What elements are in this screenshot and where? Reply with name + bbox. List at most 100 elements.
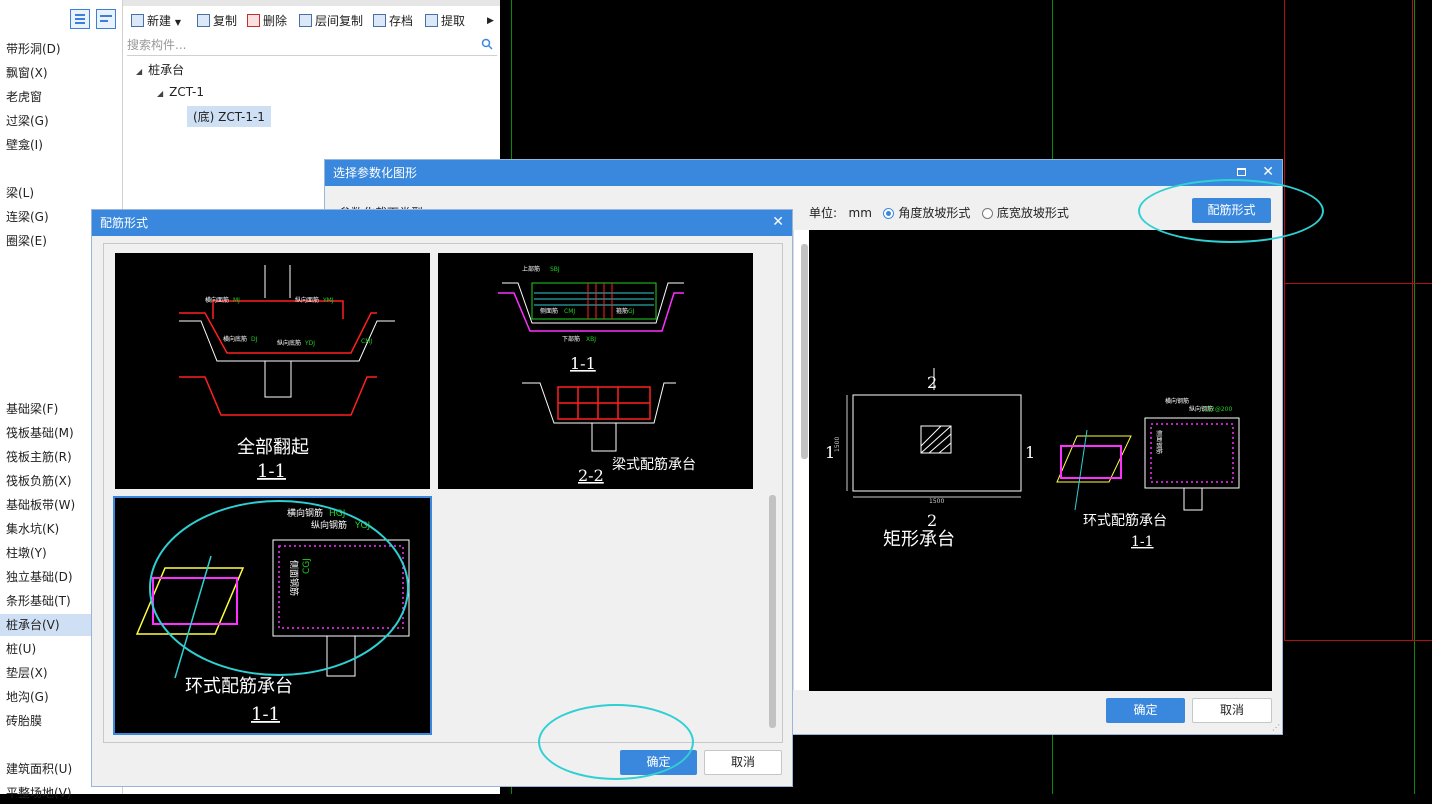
unit-label: 单位: [809, 206, 838, 220]
canvas-gridline [1414, 0, 1415, 794]
thumb-caption: 梁式配筋承台 [612, 456, 696, 473]
hatch-line [920, 425, 942, 447]
tree-node-leaf[interactable]: (底) ZCT-1-1 [187, 106, 271, 127]
expand-icon[interactable]: ◢ [136, 67, 142, 76]
list-view-button[interactable] [70, 9, 90, 29]
close-icon[interactable]: ✕ [1262, 164, 1274, 180]
panel-tab-strip [123, 0, 500, 6]
archive-button[interactable]: 存档 [373, 12, 413, 30]
section-mark-top: 2 [927, 373, 937, 392]
label: 横向底筋 [223, 335, 247, 343]
label-h-rebar: 横向钢筋 [1165, 397, 1189, 405]
cap-outline [502, 282, 684, 324]
search-input[interactable]: 搜索构件... [127, 35, 497, 56]
tree-node-label: 桩承台 [148, 63, 185, 77]
label: 箍筋 [616, 307, 628, 315]
resize-grip-icon[interactable]: ⋰ [1272, 723, 1280, 732]
thumb-subcaption: 1-1 [257, 461, 286, 482]
highlight-circle [1138, 179, 1324, 243]
search-icon[interactable] [481, 38, 493, 50]
new-button[interactable]: 新建 ▼ [131, 12, 181, 30]
ring-axis [1074, 429, 1088, 511]
label-spec: C12@200 [1203, 406, 1232, 413]
thumb-subcaption: 2-2 [578, 466, 604, 485]
tree-node-child[interactable]: ◢ ZCT-1 [157, 85, 204, 99]
label: 上部筋 [522, 265, 540, 273]
radio-width-slope[interactable]: 底宽放坡形式 [981, 206, 1069, 220]
new-icon [131, 14, 144, 27]
floor-copy-label: 层间复制 [315, 14, 364, 28]
radio-label: 底宽放坡形式 [996, 206, 1069, 220]
expand-icon[interactable]: ◢ [157, 89, 163, 98]
category-item[interactable]: 老虎窗 [0, 86, 122, 108]
category-item[interactable]: 带形洞(D) [0, 38, 122, 60]
hatch-line [938, 442, 952, 454]
label: 横向面筋 [205, 296, 229, 304]
radio-icon[interactable] [981, 208, 993, 219]
copy-button[interactable]: 复制 [197, 12, 237, 30]
list-scrollbar-thumb[interactable] [801, 244, 808, 459]
delete-icon [247, 14, 260, 27]
delete-button[interactable]: 删除 [247, 12, 287, 30]
rebar-option-drawing: 横向面筋 MJ 纵向面筋 YMJ 横向底筋 DJ 纵向底筋 YDJ CMJ 全部… [179, 265, 395, 482]
dim-width: 1500 [929, 498, 944, 505]
radio-selected-icon[interactable] [883, 208, 895, 219]
maximize-icon[interactable] [1237, 168, 1246, 176]
rect-pile-cap-outline [852, 394, 1022, 492]
canvas-outline [1284, 0, 1285, 640]
rebar-form-dialog: 配筋形式 ✕ 横向面筋 MJ 纵向面筋 YMJ 横向底筋 DJ 纵向底筋 YDJ… [91, 209, 793, 787]
cancel-button[interactable]: 取消 [704, 750, 782, 775]
tree-node-label: (底) ZCT-1-1 [193, 110, 265, 124]
rebar-option-drawing: 上部筋 SBJ 侧面筋 CMJ 下部筋 XBJ 箍筋 GJ 1-1 2-2 梁式… [498, 265, 696, 485]
copy-icon [197, 14, 210, 27]
extract-button[interactable]: 提取 [425, 12, 465, 30]
section-mark-bottom: 2 [927, 511, 937, 530]
label: GJ [628, 308, 635, 315]
label-side-rebar: 侧面钢筋 [1155, 430, 1163, 454]
thumb-subcaption: 1-1 [251, 704, 280, 725]
archive-icon [373, 14, 386, 27]
side-mark-right: 1 [1025, 443, 1035, 462]
rebar-option-all-bent[interactable]: 横向面筋 MJ 纵向面筋 YMJ 横向底筋 DJ 纵向底筋 YDJ CMJ 全部… [115, 253, 430, 489]
canvas-outline [1284, 640, 1432, 641]
dialog-titlebar: 选择参数化图形 [325, 160, 1282, 186]
category-item[interactable]: 过梁(G) [0, 110, 122, 132]
floor-copy-button[interactable]: 层间复制 [299, 12, 363, 30]
label: 纵向底筋 [277, 339, 301, 347]
category-item[interactable]: 壁龛(I) [0, 134, 122, 156]
canvas-outline [1412, 0, 1413, 640]
delete-label: 删除 [263, 14, 288, 28]
dialog-title: 选择参数化图形 [333, 166, 418, 180]
radio-angle-slope[interactable]: 角度放坡形式 [883, 206, 970, 220]
dialog-title: 配筋形式 [100, 216, 149, 230]
cancel-button[interactable]: 取消 [1192, 698, 1272, 723]
close-icon[interactable]: ✕ [772, 214, 784, 230]
bent-rebar [179, 376, 377, 416]
more-icon[interactable]: ▶ [487, 12, 494, 30]
pile-stub [264, 360, 292, 398]
ring-rebar-loop [1060, 445, 1122, 479]
canvas-outline [1284, 283, 1432, 284]
extract-icon [425, 14, 438, 27]
detail-view-button[interactable] [96, 9, 116, 29]
shape-preview: 2 1500 1500 1 1 2 矩形承台 横向钢筋 纵向钢筋 C12@200 [809, 230, 1272, 691]
ring-section-rebar [1150, 423, 1234, 483]
caption-ring-section: 1-1 [1131, 534, 1154, 550]
ok-button[interactable]: 确定 [1106, 698, 1185, 723]
chevron-down-icon[interactable]: ▼ [175, 18, 181, 27]
thumb-caption: 环式配筋承台 [185, 676, 293, 697]
preview-drawing: 2 1500 1500 1 1 2 矩形承台 横向钢筋 纵向钢筋 C12@200 [825, 368, 1240, 550]
floor-copy-icon [299, 14, 312, 27]
radio-label: 角度放坡形式 [898, 206, 971, 220]
label: 侧面筋 [540, 307, 558, 315]
tree-node-root[interactable]: ◢ 桩承台 [136, 61, 184, 78]
unit-row: 单位: mm 角度放坡形式 底宽放坡形式 [809, 204, 1069, 221]
caption-ring-cap: 环式配筋承台 [1083, 512, 1167, 529]
pile-stub [591, 422, 617, 452]
archive-label: 存档 [389, 14, 414, 28]
category-item[interactable]: 飘窗(X) [0, 62, 122, 84]
thumb-caption: 全部翻起 [237, 437, 309, 458]
rebar-option-beam-type[interactable]: 上部筋 SBJ 侧面筋 CMJ 下部筋 XBJ 箍筋 GJ 1-1 2-2 梁式… [438, 253, 753, 489]
grid-scrollbar-thumb[interactable] [769, 495, 776, 728]
category-item[interactable]: 梁(L) [0, 182, 122, 204]
